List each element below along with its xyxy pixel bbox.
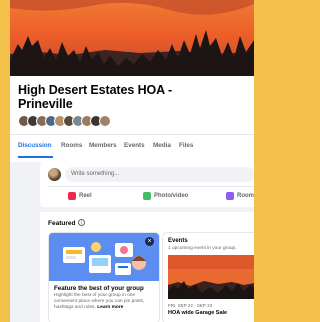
group-title-line-2: Prineville [18,97,73,111]
tab-rooms[interactable]: Rooms [61,142,82,149]
tab-files[interactable]: Files [179,142,193,149]
info-icon[interactable]: i [78,219,85,226]
event-photo [168,255,254,299]
events-card[interactable]: Events 1 upcoming event in your group. F… [162,232,254,322]
featured-card-description: Highlight the best of your group in one … [54,293,158,311]
active-tab-indicator [18,156,53,158]
featured-section: Featured i × Feature the best of your gr… [40,212,254,322]
post-composer: Write something... Reel Photo/video Room [40,162,254,207]
learn-more-link[interactable]: Learn more [97,305,123,310]
avatar[interactable] [99,115,111,127]
close-icon[interactable]: × [145,237,154,246]
photo-video-label: Photo/video [154,193,189,199]
event-date: FRI, SEP 22 - SEP 23 [168,303,213,308]
room-label: Room [237,193,254,199]
facebook-group-page: High Desert Estates HOA - Prineville Dis… [10,0,254,322]
reel-icon [68,192,76,200]
group-header: High Desert Estates HOA - Prineville Dis… [10,76,254,162]
composer-divider [48,186,254,187]
featured-illustration: × [49,233,159,281]
group-title[interactable]: High Desert Estates HOA - Prineville [18,83,238,111]
tab-discussion[interactable]: Discussion [18,142,52,149]
reel-label: Reel [79,193,92,199]
cover-photo [10,0,254,76]
events-title: Events [168,238,188,244]
header-divider [10,134,254,135]
tab-media[interactable]: Media [153,142,171,149]
events-subtitle: 1 upcoming event in your group. [168,246,237,251]
room-icon [226,192,234,200]
group-tabs: Discussion Rooms Members Events Media Fi… [10,136,254,158]
tab-events[interactable]: Events [124,142,145,149]
event-name[interactable]: HOA wide Garage Sale [168,310,227,316]
feature-best-card: × Feature the best of your group Highlig… [48,232,160,322]
tab-members[interactable]: Members [89,142,117,149]
featured-heading: Featured [48,220,76,227]
photo-video-icon [143,192,151,200]
write-something-input[interactable]: Write something... [65,167,254,182]
group-title-line-1: High Desert Estates HOA - [18,83,173,97]
avatar[interactable] [48,168,61,181]
featured-card-title: Feature the best of your group [54,285,144,292]
